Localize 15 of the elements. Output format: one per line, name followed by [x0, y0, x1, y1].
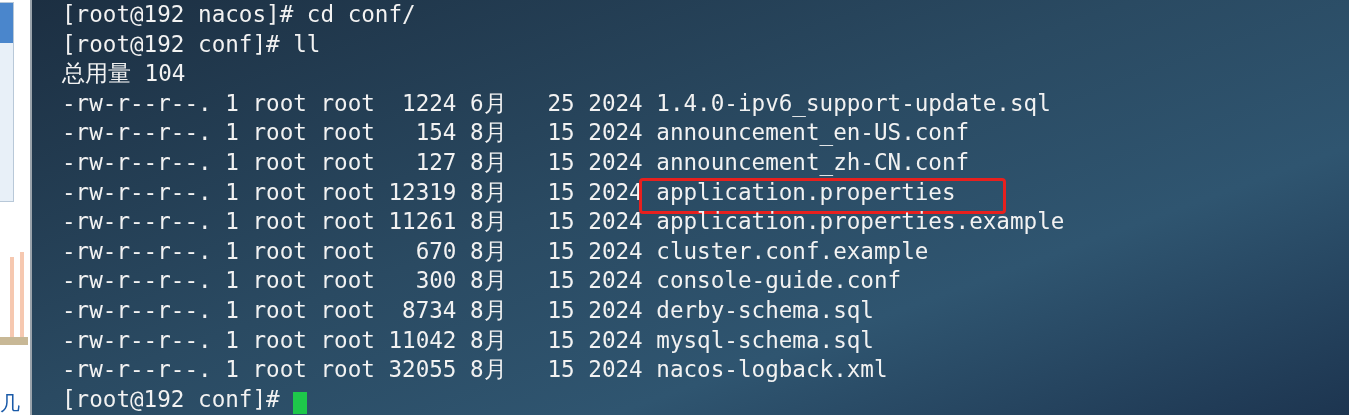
- terminal-line: -rw-r--r--. 1 root root 32055 8月 15 2024 nacos-logback.xml: [62, 355, 888, 385]
- terminal-line: -rw-r--r--. 1 root root 11261 8月 15 2024 application.properties.example: [62, 207, 1065, 237]
- side-text: 几: [0, 391, 20, 415]
- terminal-line: [root@192 conf]# ll: [62, 29, 321, 59]
- terminal-line: -rw-r--r--. 1 root root 12319 8月 15 2024 application.properties: [62, 177, 956, 207]
- terminal-line: -rw-r--r--. 1 root root 670 8月 15 2024 cluster.conf.example: [62, 236, 929, 266]
- terminal-line: -rw-r--r--. 1 root root 1224 6月 25 2024 1.4.0-ipv6_support-update.sql: [62, 88, 1051, 119]
- terminal-line: -rw-r--r--. 1 root root 154 8月 15 2024 announcement_en-US.conf: [62, 118, 970, 148]
- terminal-line: 总用量 104: [62, 59, 186, 89]
- terminal-line: [root@192 conf]#: [62, 384, 281, 414]
- terminal-line: -rw-r--r--. 1 root root 127 8月 15 2024 announcement_zh-CN.conf: [62, 147, 970, 178]
- terminal-line: [root@192 nacos]# cd conf/: [62, 0, 416, 29]
- terminal-line: -rw-r--r--. 1 root root 11042 8月 15 2024 mysql-schema.sql: [62, 325, 874, 355]
- terminal-line: -rw-r--r--. 1 root root 8734 8月 15 2024 derby-schema.sql: [62, 295, 874, 325]
- terminal-line: -rw-r--r--. 1 root root 300 8月 15 2024 console-guide.conf: [62, 266, 902, 296]
